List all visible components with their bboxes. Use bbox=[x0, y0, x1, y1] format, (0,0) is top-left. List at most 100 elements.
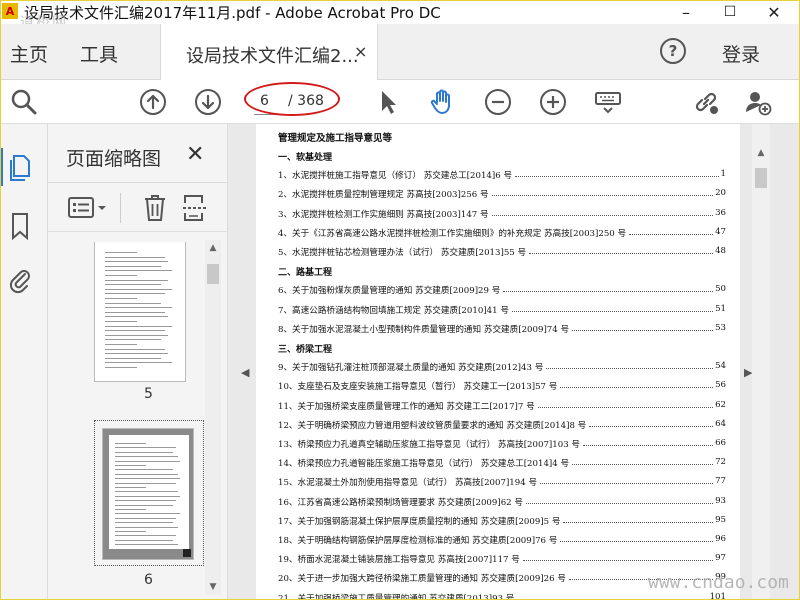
page-thumbnail-5[interactable] bbox=[94, 242, 186, 382]
document-heading: 管理规定及施工指导意见等 bbox=[278, 133, 393, 144]
thumbnail-text-line bbox=[105, 344, 137, 345]
thumbnail-text-line bbox=[105, 321, 137, 322]
thumbnail-text-line bbox=[105, 334, 168, 336]
thumbnails-panel-title: 页面缩略图 bbox=[66, 148, 162, 170]
collapse-left-panel-icon[interactable]: ◀ bbox=[241, 366, 249, 379]
thumbnail-text-line bbox=[115, 491, 178, 493]
maximize-button[interactable]: ☐ bbox=[708, 0, 752, 24]
toc-leader-dots bbox=[560, 541, 713, 542]
thumbnail-text-line bbox=[115, 469, 173, 471]
left-navigation-rail bbox=[0, 124, 48, 600]
toc-page-number: 95 bbox=[715, 514, 726, 525]
toc-page-number: 97 bbox=[715, 553, 726, 564]
delete-page-icon[interactable] bbox=[142, 193, 168, 223]
thumbnail-text-line bbox=[105, 279, 168, 281]
thumbnail-text-line bbox=[105, 275, 137, 276]
thumbnail-text-line bbox=[115, 473, 178, 475]
close-window-button[interactable]: ✕ bbox=[752, 0, 796, 24]
toc-section-heading: 一、软基处理 bbox=[278, 153, 333, 163]
share-link-icon[interactable] bbox=[692, 88, 720, 116]
thumbnail-text-line bbox=[105, 298, 137, 299]
thumbnail-text-line bbox=[115, 465, 146, 466]
toc-leader-dots bbox=[563, 521, 713, 523]
thumbnail-text-line bbox=[105, 367, 137, 368]
thumbnail-text-line bbox=[105, 293, 165, 295]
thumbnail-text-line bbox=[105, 362, 172, 364]
document-scroll-up-arrow-icon[interactable]: ▲ bbox=[752, 148, 770, 162]
toc-page-number: 47 bbox=[715, 226, 726, 237]
toc-section-heading: 二、路基工程 bbox=[278, 268, 333, 279]
zoom-out-icon[interactable] bbox=[484, 88, 512, 116]
bookmarks-icon[interactable] bbox=[8, 212, 32, 241]
toc-leader-dots bbox=[512, 310, 713, 312]
thumbnail-text-line bbox=[115, 544, 178, 546]
thumbnail-resize-handle[interactable] bbox=[183, 549, 191, 557]
toc-entry-text: 1、水泥搅拌桩施工指导意见（修订） 苏交建总工[2014]6 号 bbox=[278, 171, 513, 182]
toc-leader-dots bbox=[526, 502, 713, 504]
zoom-in-icon[interactable] bbox=[539, 88, 567, 116]
zoom-search-icon[interactable] bbox=[10, 88, 38, 116]
toc-section-heading: 三、桥梁工程 bbox=[278, 345, 333, 355]
thumbnail-text-line bbox=[105, 353, 168, 355]
help-icon[interactable]: ? bbox=[660, 38, 686, 64]
previous-page-icon[interactable] bbox=[139, 88, 167, 116]
page-thumbnail-label: 6 bbox=[144, 572, 153, 588]
next-page-icon[interactable] bbox=[194, 88, 222, 116]
toc-leader-dots bbox=[583, 445, 713, 446]
minimize-button[interactable]: – bbox=[664, 0, 708, 24]
keyboard-dropdown-icon[interactable] bbox=[594, 88, 622, 116]
thumbnails-panel-close-button[interactable]: ✕ bbox=[186, 142, 204, 167]
select-cursor-icon[interactable] bbox=[374, 88, 402, 116]
thumbnail-text-line bbox=[115, 531, 146, 532]
extract-pages-icon[interactable] bbox=[182, 193, 208, 223]
toc-page-number: 50 bbox=[715, 284, 726, 295]
toc-page-number: 53 bbox=[715, 322, 726, 333]
thumbnail-text-line bbox=[105, 270, 172, 272]
title-bar: A 设局技术文件汇编2017年11月.pdf - Adobe Acrobat P… bbox=[0, 0, 800, 31]
toc-page-number: 1 bbox=[720, 169, 726, 180]
thumbnail-text-line bbox=[115, 451, 173, 453]
toc-entry-text: 2、水泥搅拌桩质量控制管理规定 苏高技[2003]256 号 bbox=[278, 190, 489, 201]
add-user-icon[interactable] bbox=[744, 88, 772, 116]
toc-page-number: 48 bbox=[715, 246, 726, 256]
home-tab[interactable]: 主页 bbox=[10, 40, 48, 67]
document-scrollbar[interactable]: ▲ bbox=[752, 124, 770, 600]
toc-page-number: 51 bbox=[715, 303, 726, 314]
attachments-icon[interactable] bbox=[8, 266, 32, 294]
toc-leader-dots bbox=[529, 253, 713, 254]
thumbnail-text-line bbox=[105, 261, 168, 263]
hand-tool-icon[interactable] bbox=[428, 88, 456, 116]
scroll-down-arrow-icon[interactable]: ▼ bbox=[205, 579, 221, 595]
document-tab-close-button[interactable]: × bbox=[354, 42, 367, 61]
scroll-up-arrow-icon[interactable]: ▲ bbox=[205, 240, 221, 256]
page-number-box[interactable]: 6 / 368 bbox=[244, 82, 340, 116]
toc-leader-dots bbox=[572, 329, 713, 331]
page-thumbnails-icon[interactable] bbox=[8, 154, 32, 182]
thumbnail-text-line bbox=[105, 316, 168, 318]
scrollbar-thumb[interactable] bbox=[207, 264, 219, 284]
thumbnail-text-line bbox=[115, 504, 173, 506]
document-scrollbar-thumb[interactable] bbox=[755, 168, 767, 188]
toc-entry-text: 9、关于加强钻孔灌注桩顶部混凝土质量的通知 苏交建质[2012]43 号 bbox=[278, 363, 544, 374]
thumbnail-options-dropdown[interactable] bbox=[68, 195, 110, 221]
toc-entry-text: 20、关于进一步加强大跨径桥梁施工质量管理的通知 苏交建质[2009]26 号 bbox=[278, 574, 566, 585]
thumbnail-text-line bbox=[105, 311, 165, 313]
toc-leader-dots bbox=[572, 464, 713, 466]
page-thumbnail-6[interactable] bbox=[102, 428, 194, 560]
toc-entry-text: 15、水泥混凝土外加剂使用指导意见（试行） 苏高技[2007]194 号 bbox=[278, 478, 538, 489]
thumbnail-text-line bbox=[115, 487, 146, 488]
toc-page-number: 54 bbox=[715, 361, 726, 372]
toc-entry-text: 14、桥梁预应力孔道智能压浆施工指导意见（试行） 苏交建总工[2014]4 号 bbox=[278, 459, 570, 470]
thumbnails-scrollbar[interactable]: ▲ ▼ bbox=[205, 240, 221, 595]
thumbnail-text-line bbox=[105, 330, 165, 332]
toc-entry-text: 4、关于《江苏省高速公路水泥搅拌桩检测工作实施细则》的补充规定 苏高技[2003… bbox=[278, 228, 627, 239]
toc-page-number: 20 bbox=[715, 188, 726, 199]
toc-entry-text: 6、关于加强粉煤灰质量管理的通知 苏交建质[2009]29 号 bbox=[278, 286, 501, 297]
thumbnail-text-line bbox=[105, 302, 161, 304]
toc-entry-text: 17、关于加强钢筋混凝土保护层厚度质量控制的通知 苏交建质[2009]5 号 bbox=[278, 516, 561, 527]
login-button[interactable]: 登录 bbox=[722, 40, 760, 67]
window-title: 设局技术文件汇编2017年11月.pdf - Adobe Acrobat Pro… bbox=[24, 4, 441, 22]
tools-tab[interactable]: 工具 bbox=[80, 40, 118, 67]
toc-page-number: 36 bbox=[715, 207, 726, 218]
toc-page-number: 77 bbox=[715, 476, 726, 487]
